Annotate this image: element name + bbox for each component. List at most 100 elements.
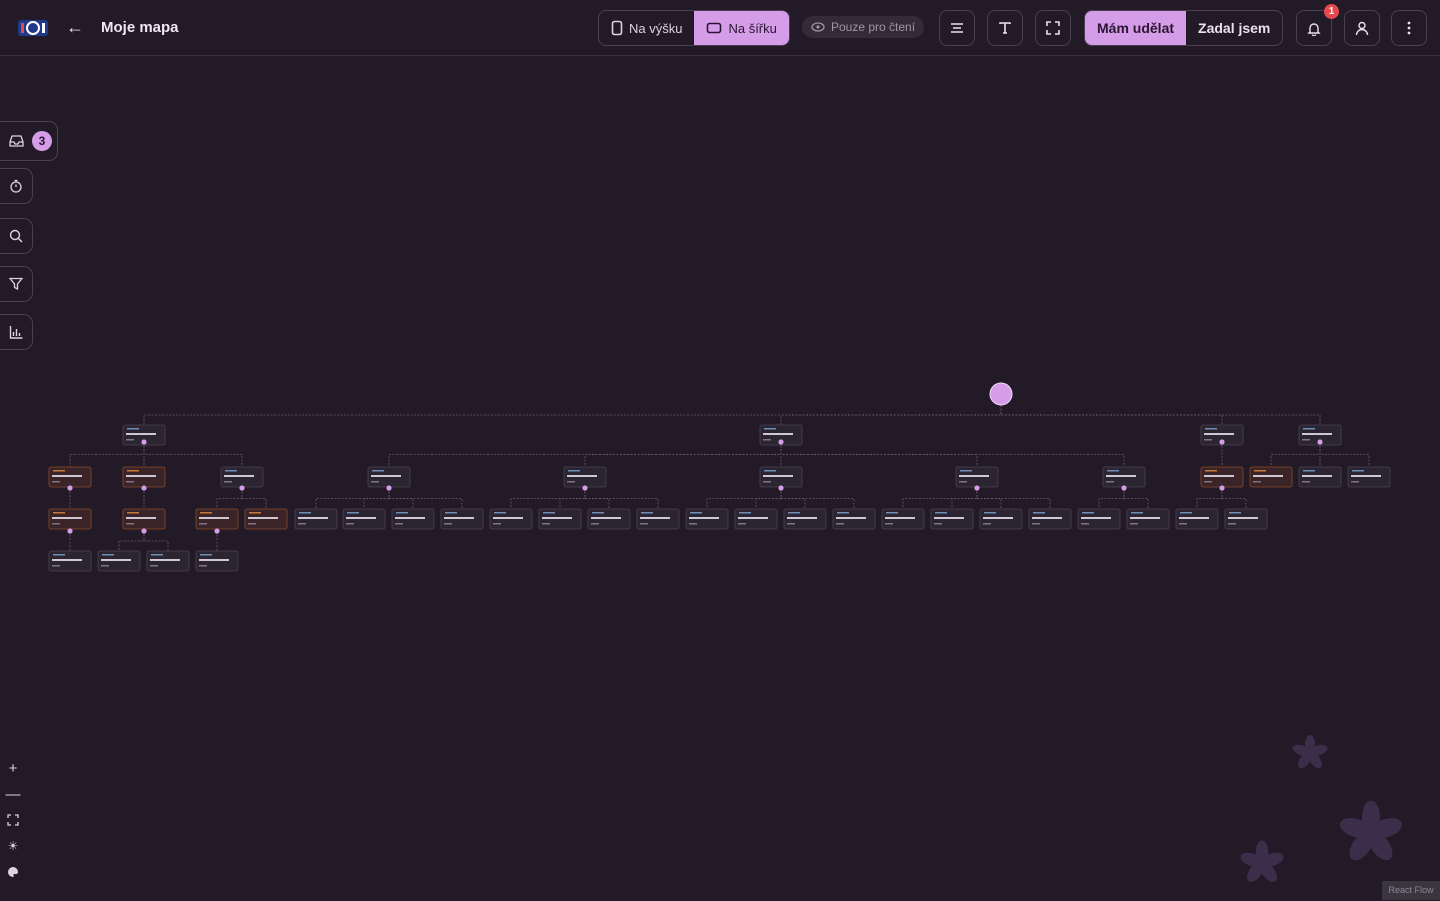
mindmap-node[interactable] [1175,508,1219,530]
mindmap-node[interactable] [1028,508,1072,530]
node-handle[interactable] [1121,485,1127,491]
mindmap-node[interactable] [955,466,999,488]
mindmap-node[interactable] [783,508,827,530]
mindmap-node[interactable] [1102,466,1146,488]
mindmap-node[interactable] [220,466,264,488]
mindmap-node[interactable] [563,466,607,488]
text-icon [999,22,1011,34]
mindmap-edge [143,442,243,467]
align-button[interactable] [939,10,975,46]
mindmap-node[interactable] [587,508,631,530]
mindmap-edge [780,488,855,509]
mindmap-node[interactable] [538,508,582,530]
palette-icon [8,867,18,877]
theme-button[interactable]: ☀ [0,833,26,859]
mindmap-node[interactable] [97,550,141,572]
node-handle[interactable] [1219,439,1225,445]
mindmap-node[interactable] [440,508,484,530]
attribution-label: React Flow [1382,881,1440,900]
mindmap-node[interactable] [48,508,92,530]
mindmap-node[interactable] [759,466,803,488]
node-handle[interactable] [141,485,147,491]
fit-view-button[interactable] [0,807,26,833]
mindmap-node[interactable] [636,508,680,530]
more-menu-button[interactable] [1391,10,1427,46]
flower-decoration [1339,800,1403,861]
mindmap-edge [143,531,169,551]
mindmap-root-node[interactable] [989,382,1013,406]
mindmap-edge [951,488,978,509]
node-handle[interactable] [974,485,980,491]
node-handle[interactable] [239,485,245,491]
mindmap-node[interactable] [48,550,92,572]
node-handle[interactable] [67,528,73,534]
mindmap-node[interactable] [1126,508,1170,530]
mindmap-node[interactable] [734,508,778,530]
mindmap-node[interactable] [881,508,925,530]
mindmap-node[interactable] [146,550,190,572]
sun-icon: ☀ [7,839,19,853]
mindmap-node[interactable] [195,508,239,530]
mindmap-node[interactable] [195,550,239,572]
assigned-to-me-button[interactable]: Mám udělat [1085,11,1187,45]
mindmap-node[interactable] [294,508,338,530]
app-logo[interactable] [16,17,50,39]
mindmap-edge [143,405,1002,425]
landscape-icon [707,22,722,34]
node-handle[interactable] [141,528,147,534]
mindmap-node[interactable] [1077,508,1121,530]
minus-icon: — [5,785,21,803]
mindmap-edge [1123,488,1149,509]
node-handle[interactable] [141,439,147,445]
mindmap-node[interactable] [685,508,729,530]
mindmap-node[interactable] [930,508,974,530]
portrait-button[interactable]: Na výšku [599,11,694,45]
node-handle[interactable] [67,485,73,491]
mindmap-node[interactable] [48,466,92,488]
mindmap-node[interactable] [122,466,166,488]
mindmap-node[interactable] [489,508,533,530]
readonly-badge[interactable]: Pouze pro čtení [802,16,925,38]
mindmap-node[interactable] [1347,466,1391,488]
assigned-by-me-button[interactable]: Zadal jsem [1186,11,1282,45]
mindmap-node[interactable] [1249,466,1293,488]
landscape-button[interactable]: Na šířku [694,11,789,45]
text-button[interactable] [987,10,1023,46]
node-handle[interactable] [1317,439,1323,445]
node-handle[interactable] [778,485,784,491]
mindmap-edge [559,488,586,509]
mindmap-node[interactable] [979,508,1023,530]
flower-decoration [1292,735,1328,769]
mindmap-node[interactable] [122,508,166,530]
fullscreen-button[interactable] [1035,10,1071,46]
mindmap-node[interactable] [342,508,386,530]
mindmap-node[interactable] [1298,466,1342,488]
zoom-in-button[interactable]: + [0,755,26,781]
user-icon [1355,21,1369,35]
profile-button[interactable] [1344,10,1380,46]
mindmap-node[interactable] [832,508,876,530]
mindmap-edge [584,488,659,509]
mindmap-edge [584,442,782,467]
mindmap-node[interactable] [1200,466,1244,488]
role-toggle: Mám udělat Zadal jsem [1084,10,1284,46]
node-handle[interactable] [778,439,784,445]
node-handle[interactable] [386,485,392,491]
zoom-out-button[interactable]: — [0,781,26,807]
mindmap-node[interactable] [244,508,288,530]
palette-button[interactable] [0,859,26,885]
notifications-button[interactable]: 1 [1296,4,1339,46]
mindmap-node[interactable] [1224,508,1268,530]
mindmap-canvas[interactable] [0,56,1440,901]
mindmap-node[interactable] [367,466,411,488]
back-button[interactable]: ← [64,16,86,38]
node-handle[interactable] [214,528,220,534]
mindmap-edge [1098,488,1125,509]
node-handle[interactable] [1219,485,1225,491]
mindmap-edge [1221,488,1247,509]
mindmap-edge [388,488,463,509]
mindmap-edge [976,488,1051,509]
node-handle[interactable] [582,485,588,491]
eye-icon [811,22,825,32]
mindmap-node[interactable] [391,508,435,530]
